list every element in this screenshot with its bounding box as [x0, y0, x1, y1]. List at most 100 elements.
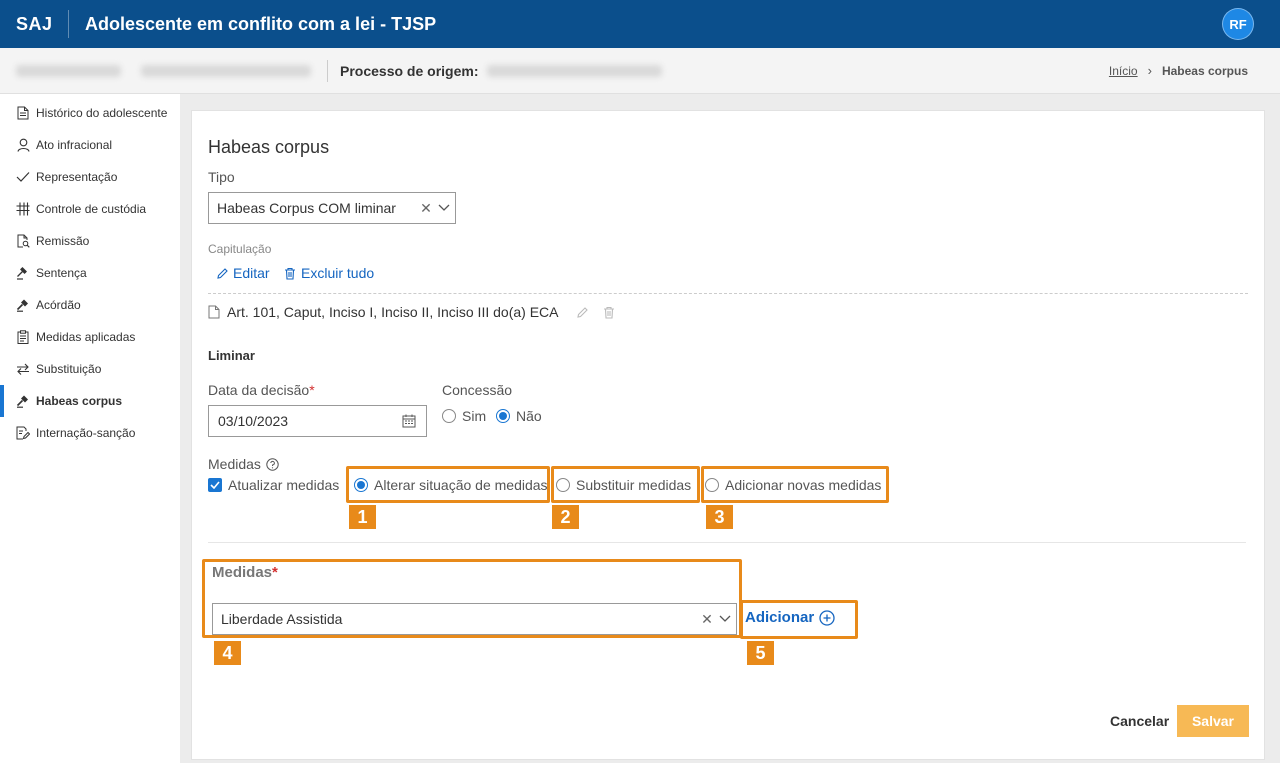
document-edit-icon [16, 426, 30, 440]
atualizar-medidas-checkbox[interactable]: Atualizar medidas [208, 477, 339, 493]
adicionar-novas-label: Adicionar novas medidas [725, 477, 882, 493]
checkbox-checked[interactable] [208, 478, 222, 492]
option-alterar-situacao[interactable]: Alterar situação de medidas [354, 477, 548, 493]
document-icon [208, 305, 220, 319]
breadcrumb-current: Habeas corpus [1161, 63, 1248, 78]
excluir-tudo-label: Excluir tudo [301, 265, 375, 281]
brand-logo[interactable]: SAJ [0, 14, 68, 35]
clear-icon[interactable]: ✕ [419, 200, 433, 217]
liminar-heading: Liminar [208, 348, 255, 363]
sidebar-item-substituicao[interactable]: Substituição [0, 353, 180, 385]
habeas-corpus-form: Habeas corpus Tipo Habeas Corpus COM lim… [191, 110, 1265, 760]
medidas-label: Medidas [208, 456, 279, 472]
sidebar-item-habeas-corpus[interactable]: Habeas corpus [0, 385, 180, 417]
chevron-down-icon[interactable] [714, 615, 736, 623]
clear-icon[interactable]: ✕ [700, 611, 714, 628]
data-decisao-label: Data da decisão* [208, 382, 315, 398]
editar-link[interactable]: Editar [216, 265, 270, 281]
cancel-button[interactable]: Cancelar [1110, 713, 1169, 729]
data-decisao-text: Data da decisão [208, 382, 310, 398]
nao-label: Não [516, 408, 542, 424]
option-substituir[interactable]: Substituir medidas [556, 477, 691, 493]
process-header: Processo de origem: Início › Habeas corp… [0, 48, 1280, 94]
data-decisao-input[interactable]: 03/10/2023 [208, 405, 427, 437]
trash-icon[interactable] [603, 306, 615, 319]
pencil-icon[interactable] [576, 306, 589, 319]
clipboard-icon [16, 330, 30, 344]
sidebar-item-label: Substituição [36, 362, 102, 376]
tipo-select[interactable]: Habeas Corpus COM liminar ✕ [208, 192, 456, 224]
radio-substituir[interactable] [556, 478, 570, 492]
editar-label: Editar [233, 265, 270, 281]
divider [208, 542, 1246, 543]
required-mark: * [309, 382, 315, 398]
step-badge-4: 4 [214, 641, 241, 665]
sidebar-item-label: Histórico do adolescente [36, 106, 168, 120]
chevron-right-icon: › [1147, 63, 1152, 78]
tipo-value: Habeas Corpus COM liminar [217, 200, 396, 216]
option-adicionar-novas[interactable]: Adicionar novas medidas [705, 477, 881, 493]
help-icon[interactable] [266, 457, 279, 471]
redacted-text [141, 64, 311, 77]
radio-nao[interactable] [496, 409, 510, 423]
sidebar-item-label: Medidas aplicadas [36, 330, 136, 344]
sidebar-item-label: Controle de custódia [36, 202, 147, 216]
process-origin-label: Processo de origem: [340, 62, 479, 79]
medidas-value: Liberdade Assistida [221, 611, 343, 627]
trash-icon [285, 267, 295, 280]
adicionar-label: Adicionar [745, 609, 815, 626]
sidebar-item-label: Ato infracional [36, 138, 113, 152]
chevron-down-icon[interactable] [433, 204, 455, 212]
pencil-icon [217, 267, 228, 279]
capitulacao-label: Capitulação [208, 242, 272, 256]
excluir-tudo-link[interactable]: Excluir tudo [284, 265, 374, 281]
radio-adicionar[interactable] [705, 478, 719, 492]
radio-alterar[interactable] [354, 478, 368, 492]
concessao-label: Concessão [442, 382, 513, 398]
top-bar: SAJ Adolescente em conflito com a lei - … [0, 0, 1280, 48]
sidebar-item-label: Remissão [36, 234, 90, 248]
alterar-label: Alterar situação de medidas [374, 477, 548, 493]
step-badge-5: 5 [747, 641, 774, 665]
concessao-nao[interactable]: Não [496, 408, 542, 424]
sidebar-item-historico-do-adolescente[interactable]: Histórico do adolescente [0, 97, 180, 129]
calendar-icon[interactable] [402, 414, 416, 428]
plus-circle-icon [819, 609, 835, 626]
sidebar-item-controle-de-custodia[interactable]: Controle de custódia [0, 193, 180, 225]
article-text: Art. 101, Caput, Inciso I, Inciso II, In… [227, 304, 559, 320]
sidebar-item-ato-infracional[interactable]: Ato infracional [0, 129, 180, 161]
redacted-text [16, 64, 121, 77]
app-title: Adolescente em conflito com a lei - TJSP [85, 13, 437, 34]
medidas-text: Medidas [208, 456, 261, 472]
capitulacao-row: Art. 101, Caput, Inciso I, Inciso II, In… [208, 304, 615, 320]
sidebar-item-acordao[interactable]: Acórdão [0, 289, 180, 321]
sidebar-item-label: Acórdão [36, 298, 81, 312]
adicionar-button[interactable]: Adicionar [745, 609, 835, 626]
gavel-filled-icon [16, 394, 30, 408]
sidebar: Histórico do adolescente Ato infracional R… [0, 94, 180, 763]
save-button[interactable]: Salvar [1177, 705, 1249, 737]
data-decisao-value: 03/10/2023 [218, 413, 289, 429]
user-avatar[interactable]: RF [1222, 8, 1254, 40]
step-badge-2: 2 [552, 505, 579, 529]
sidebar-item-sentenca[interactable]: Sentença [0, 257, 180, 289]
document-search-icon [16, 234, 30, 248]
concessao-sim[interactable]: Sim [442, 408, 486, 424]
gavel-icon [16, 266, 30, 280]
sidebar-item-label: Sentença [36, 266, 87, 280]
sidebar-item-label: Representação [36, 170, 118, 184]
sidebar-item-internacao-sancao[interactable]: Internação-sanção [0, 417, 180, 449]
radio-sim[interactable] [442, 409, 456, 423]
step-badge-3: 3 [706, 505, 733, 529]
atualizar-label: Atualizar medidas [228, 477, 340, 493]
divider [208, 293, 1248, 294]
sim-label: Sim [462, 408, 487, 424]
gavel-filled-icon [16, 298, 30, 312]
breadcrumb-home-link[interactable]: Início [1109, 64, 1138, 78]
grid-icon [16, 202, 30, 216]
medidas-select[interactable]: Liberdade Assistida ✕ [212, 603, 737, 635]
required-mark: * [272, 564, 278, 581]
sidebar-item-remissao[interactable]: Remissão [0, 225, 180, 257]
sidebar-item-representacao[interactable]: Representação [0, 161, 180, 193]
sidebar-item-medidas-aplicadas[interactable]: Medidas aplicadas [0, 321, 180, 353]
